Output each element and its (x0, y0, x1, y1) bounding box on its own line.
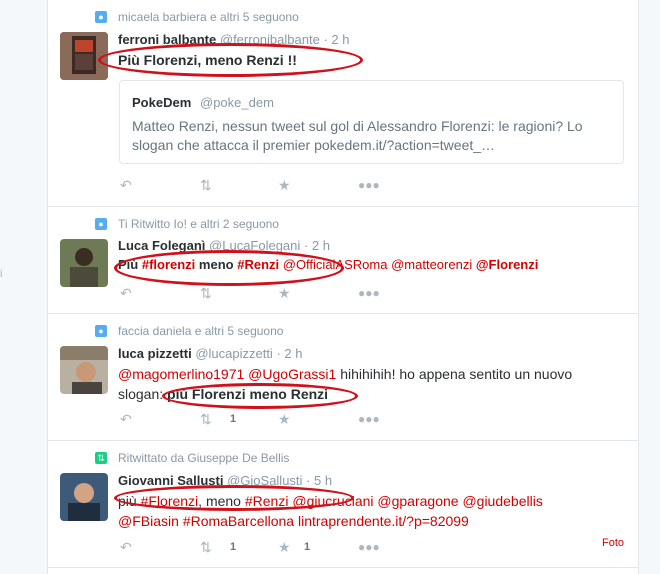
tweet-header: Luca Foleganì @LucaFolegani · 2 h (118, 238, 330, 253)
tweet-actions: ↶ ⇅ 1 ★ 1 ●●● (118, 539, 418, 555)
retweet-icon[interactable]: ⇅ (200, 411, 212, 428)
avatar-image (60, 32, 108, 80)
follow-icon: ● (95, 11, 107, 23)
favorite-count: 1 (304, 541, 311, 553)
tweet-time[interactable]: · 2 h (323, 32, 349, 47)
tweet-actions: ↶ ⇅ ★ ●●● (118, 285, 418, 301)
tweet-text: @magomerlino1971 @UgoGrassi1 hihihihih! … (118, 364, 618, 404)
more-icon[interactable]: ●●● (358, 178, 380, 192)
tweet-1[interactable]: ● micaela barbiera e altri 5 seguono fer… (48, 0, 638, 207)
more-icon[interactable]: ●●● (358, 286, 380, 300)
mention-link[interactable]: @Florenzi (476, 257, 539, 272)
tweet-time[interactable]: · 2 h (276, 346, 302, 361)
reply-icon[interactable]: ↶ (120, 177, 132, 194)
tweet-actions: ↶ ⇅ 1 ★ ●●● (118, 411, 418, 427)
retweet-icon[interactable]: ⇅ (200, 177, 212, 194)
avatar-image (60, 346, 108, 394)
user-handle[interactable]: @LucaFolegani (209, 238, 300, 253)
tweet-context: micaela barbiera e altri 5 seguono (118, 10, 299, 24)
quote-text: Matteo Renzi, nessun tweet sul gol di Al… (132, 118, 583, 153)
star-icon[interactable]: ★ (278, 177, 291, 194)
hashtag-link[interactable]: #florenzi (142, 257, 195, 272)
tweet-context: faccia daniela e altri 5 seguono (118, 324, 284, 338)
user-handle[interactable]: @lucapizzetti (195, 346, 273, 361)
tweet-text: più #Florenzi, meno #Renzi @giucruciani … (118, 491, 598, 531)
star-icon[interactable]: ★ (278, 285, 291, 302)
mention-link[interactable]: @matteorenzi (391, 257, 472, 272)
retweet-icon[interactable]: ⇅ (200, 539, 212, 556)
hashtag-link[interactable]: #Renzi (237, 257, 279, 272)
quote-name: PokeDem (132, 95, 192, 110)
tweet-header: ferroni balbante @ferronibalbante · 2 h (118, 32, 349, 47)
retweeted-icon: ⇅ (95, 452, 107, 464)
tweet-4[interactable]: ⇅ Ritwittato da Giuseppe De Bellis Giova… (48, 441, 638, 568)
tweet-text-content: Più Florenzi, meno Renzi !! (118, 52, 297, 68)
tweet-3[interactable]: ● faccia daniela e altri 5 seguono luca … (48, 314, 638, 441)
more-icon[interactable]: ●●● (358, 540, 380, 554)
hashtag-link[interactable]: #RomaBarcellona (183, 513, 294, 529)
side-letter: i (0, 268, 3, 280)
avatar[interactable] (60, 473, 108, 521)
tweet-2[interactable]: ● Ti Ritwitto Io! e altri 2 seguono Luca… (48, 207, 638, 314)
star-icon[interactable]: ★ (278, 411, 291, 428)
follow-icon: ● (95, 218, 107, 230)
text-segment: Più (118, 257, 142, 272)
retweet-count: 1 (230, 413, 237, 425)
avatar[interactable] (60, 32, 108, 80)
mention-link[interactable]: @UgoGrassi1 (248, 366, 336, 382)
avatar[interactable] (60, 239, 108, 287)
mention-link[interactable]: @FBiasin (118, 513, 179, 529)
mention-link[interactable]: @giucruciani (292, 493, 373, 509)
tweet-header: luca pizzetti @lucapizzetti · 2 h (118, 346, 302, 361)
hashtag-link[interactable]: #Florenzi (141, 493, 199, 509)
tweet-header: Giovanni Sallusti @GioSallusti · 5 h (118, 473, 332, 488)
tweet-text: Più #florenzi meno #Renzi @OfficialASRom… (118, 255, 538, 275)
retweet-icon[interactable]: ⇅ (200, 285, 212, 302)
timeline: ● micaela barbiera e altri 5 seguono fer… (47, 0, 639, 574)
mention-link[interactable]: @OfficialASRoma (283, 257, 388, 272)
star-icon[interactable]: ★ (278, 539, 291, 556)
tweet-context: Ritwittato da Giuseppe De Bellis (118, 451, 290, 465)
tweet-actions: ↶ ⇅ ★ ●●● (118, 177, 418, 193)
hashtag-link[interactable]: #Renzi (245, 493, 289, 509)
text-segment: meno (195, 257, 238, 272)
reply-icon[interactable]: ↶ (120, 539, 132, 556)
text-segment: più Florenzi meno Renzi (167, 386, 329, 402)
reply-icon[interactable]: ↶ (120, 411, 132, 428)
tweet-time[interactable]: · 2 h (304, 238, 330, 253)
quoted-tweet[interactable]: PokeDem @poke_dem Matteo Renzi, nessun t… (119, 80, 624, 164)
tweet-context: Ti Ritwitto Io! e altri 2 seguono (118, 217, 279, 231)
reply-icon[interactable]: ↶ (120, 285, 132, 302)
tweet-time[interactable]: · 5 h (306, 473, 332, 488)
text-segment: più (118, 493, 141, 509)
mention-link[interactable]: @giudebellis (462, 493, 542, 509)
user-name[interactable]: Giovanni Sallusti (118, 473, 223, 488)
user-name[interactable]: Luca Foleganì (118, 238, 205, 253)
quote-handle: @poke_dem (200, 95, 274, 110)
mention-link[interactable]: @gparagone (377, 493, 458, 509)
avatar-image (60, 239, 108, 287)
tweet-text: Più Florenzi, meno Renzi !! (118, 50, 297, 70)
retweet-count: 1 (230, 541, 237, 553)
user-name[interactable]: luca pizzetti (118, 346, 192, 361)
user-handle[interactable]: @GioSallusti (227, 473, 302, 488)
avatar-image (60, 473, 108, 521)
text-segment: , meno (198, 493, 245, 509)
url-link[interactable]: lintraprendente.it/?p=82099 (298, 513, 469, 529)
mention-link[interactable]: @magomerlino1971 (118, 366, 244, 382)
more-icon[interactable]: ●●● (358, 412, 380, 426)
follow-icon: ● (95, 325, 107, 337)
photo-link[interactable]: Foto (602, 537, 624, 549)
avatar[interactable] (60, 346, 108, 394)
user-handle[interactable]: @ferronibalbante (220, 32, 320, 47)
user-name[interactable]: ferroni balbante (118, 32, 216, 47)
